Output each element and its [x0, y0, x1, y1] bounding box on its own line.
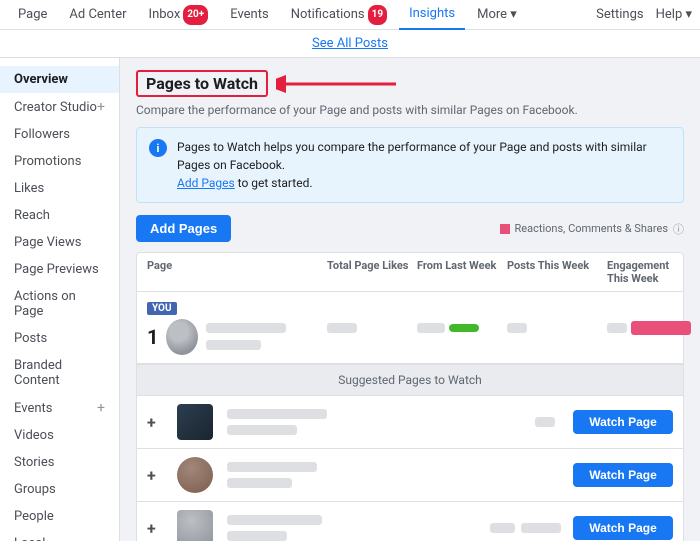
nav-items: Page Ad Center Inbox 20+ Events Notifica…: [8, 0, 596, 30]
col-from-last-week: From Last Week: [417, 259, 507, 285]
info-text: Pages to Watch helps you compare the per…: [177, 138, 671, 192]
sidebar-item-overview[interactable]: Overview: [0, 66, 119, 93]
sidebar-item-followers[interactable]: Followers: [0, 121, 119, 148]
you-number: 1: [147, 325, 158, 349]
total-likes-cell: [327, 320, 417, 335]
nav-help[interactable]: Help ▾: [656, 7, 692, 22]
suggested-3-likes: [490, 523, 515, 533]
suggested-row: + Watch Page: [137, 502, 683, 541]
content-area: Pages to Watch Compare the performance o…: [120, 58, 700, 541]
inbox-badge: 20+: [183, 5, 208, 25]
nav-more[interactable]: More ▾: [467, 0, 527, 30]
col-page: Page: [147, 259, 327, 285]
sidebar-item-posts[interactable]: Posts: [0, 325, 119, 352]
sidebar-item-actions-on-page[interactable]: Actions on Page: [0, 283, 119, 325]
nav-settings[interactable]: Settings: [596, 7, 643, 22]
watch-page-button-2[interactable]: Watch Page: [573, 463, 673, 487]
sidebar-item-events[interactable]: Events +: [0, 394, 119, 422]
info-icon: i: [149, 139, 167, 157]
events-plus-icon[interactable]: +: [97, 400, 105, 416]
nav-ad-center[interactable]: Ad Center: [59, 0, 136, 30]
suggested-1-likes: [535, 417, 555, 427]
table-header: Page Total Page Likes From Last Week Pos…: [137, 253, 683, 292]
red-arrow-icon: [276, 72, 396, 96]
see-all-posts-link[interactable]: See All Posts: [312, 36, 388, 51]
you-badge: YOU: [147, 302, 177, 315]
legend: Reactions, Comments & Shares ⓘ: [500, 221, 684, 237]
watch-table: Page Total Page Likes From Last Week Pos…: [136, 252, 684, 541]
watch-page-button-1[interactable]: Watch Page: [573, 410, 673, 434]
add-page-2-icon[interactable]: +: [147, 466, 171, 485]
sidebar-item-people[interactable]: People: [0, 503, 119, 530]
your-page-avatar: [166, 319, 198, 355]
info-box: i Pages to Watch helps you compare the p…: [136, 127, 684, 203]
sidebar-item-promotions[interactable]: Promotions: [0, 148, 119, 175]
nav-page[interactable]: Page: [8, 0, 57, 30]
add-pages-button[interactable]: Add Pages: [136, 215, 231, 242]
top-navigation: Page Ad Center Inbox 20+ Events Notifica…: [0, 0, 700, 30]
engagement-cell: [607, 321, 691, 335]
sidebar-item-branded-content[interactable]: Branded Content: [0, 352, 119, 394]
pages-to-watch-title: Pages to Watch: [136, 70, 268, 97]
sidebar-item-groups[interactable]: Groups: [0, 476, 119, 503]
sub-navigation: See All Posts: [0, 30, 700, 58]
add-pages-info-link[interactable]: Add Pages: [177, 176, 235, 190]
add-page-1-icon[interactable]: +: [147, 413, 171, 432]
col-posts-this-week: Posts This Week: [507, 259, 607, 285]
sidebar-item-creator-studio[interactable]: Creator Studio +: [0, 93, 119, 121]
sidebar: Overview Creator Studio + Followers Prom…: [0, 58, 120, 541]
you-page-cell: YOU 1: [147, 300, 327, 355]
legend-info-icon: ⓘ: [673, 221, 684, 237]
nav-right: Settings Help ▾: [596, 7, 692, 22]
suggested-header: Suggested Pages to Watch: [137, 364, 683, 396]
sidebar-item-local[interactable]: Local: [0, 530, 119, 541]
main-layout: Overview Creator Studio + Followers Prom…: [0, 58, 700, 541]
suggested-page-3-info: [227, 515, 484, 541]
nav-notifications[interactable]: Notifications 19: [281, 0, 397, 30]
suggested-3-extra: [521, 523, 561, 533]
you-row: YOU 1: [137, 292, 683, 364]
creator-studio-plus-icon[interactable]: +: [97, 99, 105, 115]
col-engagement: Engagement This Week: [607, 259, 673, 285]
watch-page-button-3[interactable]: Watch Page: [573, 516, 673, 540]
suggested-row: + Watch Page: [137, 396, 683, 449]
suggested-avatar-2: [177, 457, 213, 493]
legend-dot-icon: [500, 224, 510, 234]
add-pages-row: Add Pages Reactions, Comments & Shares ⓘ: [136, 215, 684, 242]
pages-to-watch-header: Pages to Watch: [136, 70, 684, 97]
sidebar-item-likes[interactable]: Likes: [0, 175, 119, 202]
suggested-avatar-1: [177, 404, 213, 440]
suggested-row: + Watch Page: [137, 449, 683, 502]
sidebar-item-videos[interactable]: Videos: [0, 422, 119, 449]
from-last-week-cell: [417, 323, 507, 333]
sidebar-item-page-previews[interactable]: Page Previews: [0, 256, 119, 283]
add-page-3-icon[interactable]: +: [147, 519, 171, 538]
nav-insights[interactable]: Insights: [399, 0, 465, 30]
sidebar-item-stories[interactable]: Stories: [0, 449, 119, 476]
suggested-page-1-info: [227, 409, 529, 435]
sidebar-item-page-views[interactable]: Page Views: [0, 229, 119, 256]
pages-to-watch-subtitle: Compare the performance of your Page and…: [136, 103, 684, 117]
your-page-name: [206, 322, 327, 352]
sidebar-item-reach[interactable]: Reach: [0, 202, 119, 229]
suggested-page-2-info: [227, 462, 549, 488]
nav-inbox[interactable]: Inbox 20+: [139, 0, 219, 30]
notifications-badge: 19: [368, 5, 387, 25]
col-total-likes: Total Page Likes: [327, 259, 417, 285]
nav-events[interactable]: Events: [220, 0, 278, 30]
posts-this-week-cell: [507, 320, 607, 335]
suggested-avatar-3: [177, 510, 213, 541]
